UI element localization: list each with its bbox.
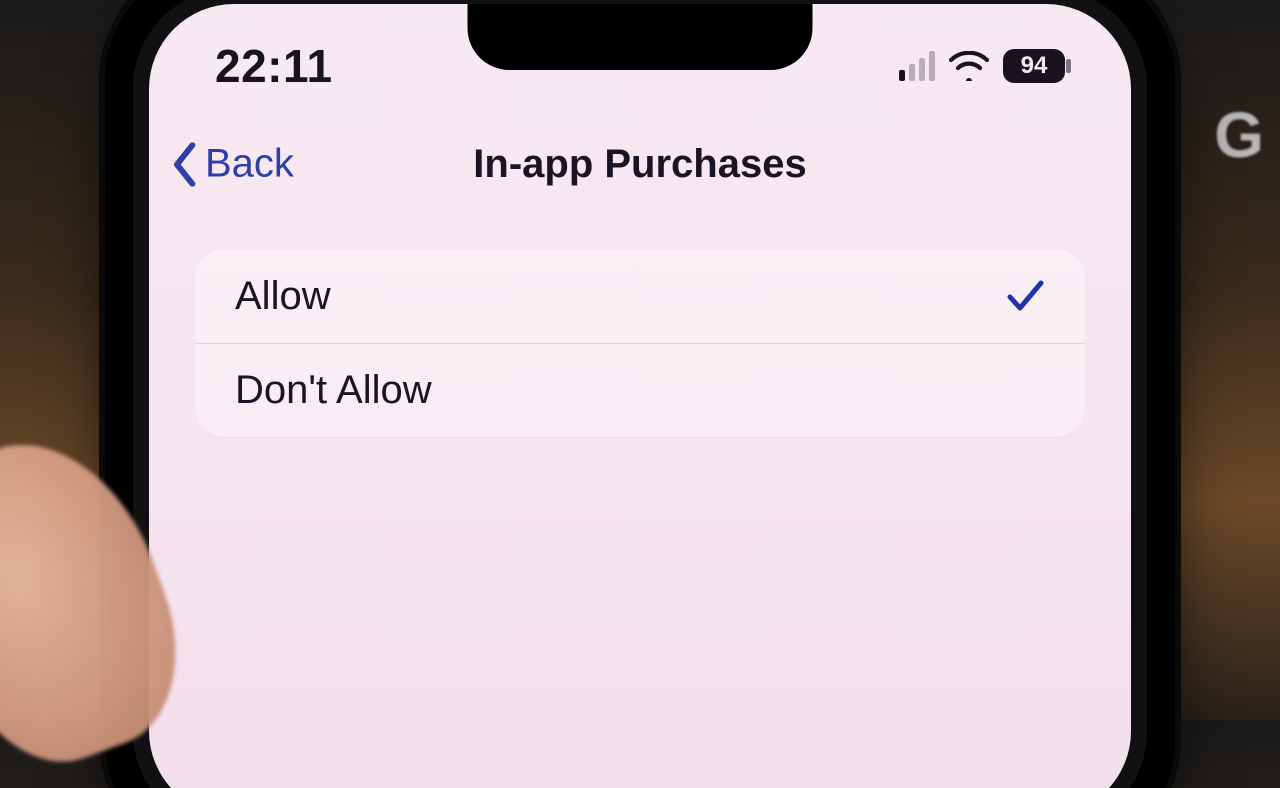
cellular-icon	[899, 51, 935, 81]
back-button[interactable]: Back	[171, 142, 294, 187]
option-dont-allow[interactable]: Don't Allow	[195, 343, 1085, 437]
battery-indicator: 94	[1003, 49, 1065, 83]
status-time: 22:11	[215, 39, 333, 93]
option-allow[interactable]: Allow	[195, 249, 1085, 343]
back-label: Back	[205, 142, 294, 187]
chevron-left-icon	[171, 142, 201, 186]
battery-level: 94	[1021, 52, 1048, 80]
screen: 22:11 94	[149, 4, 1131, 788]
options-list: Allow Don't Allow	[195, 249, 1085, 437]
status-indicators: 94	[899, 49, 1065, 83]
checkmark-icon	[1005, 276, 1045, 316]
notch	[468, 4, 813, 70]
page-title: In-app Purchases	[473, 142, 806, 187]
option-label: Don't Allow	[235, 368, 432, 413]
background-text: G	[1214, 98, 1266, 172]
wifi-icon	[949, 51, 989, 81]
option-label: Allow	[235, 274, 331, 319]
phone-frame: 22:11 94	[105, 0, 1175, 788]
nav-bar: Back In-app Purchases	[149, 124, 1131, 204]
phone-bezel: 22:11 94	[133, 0, 1147, 788]
